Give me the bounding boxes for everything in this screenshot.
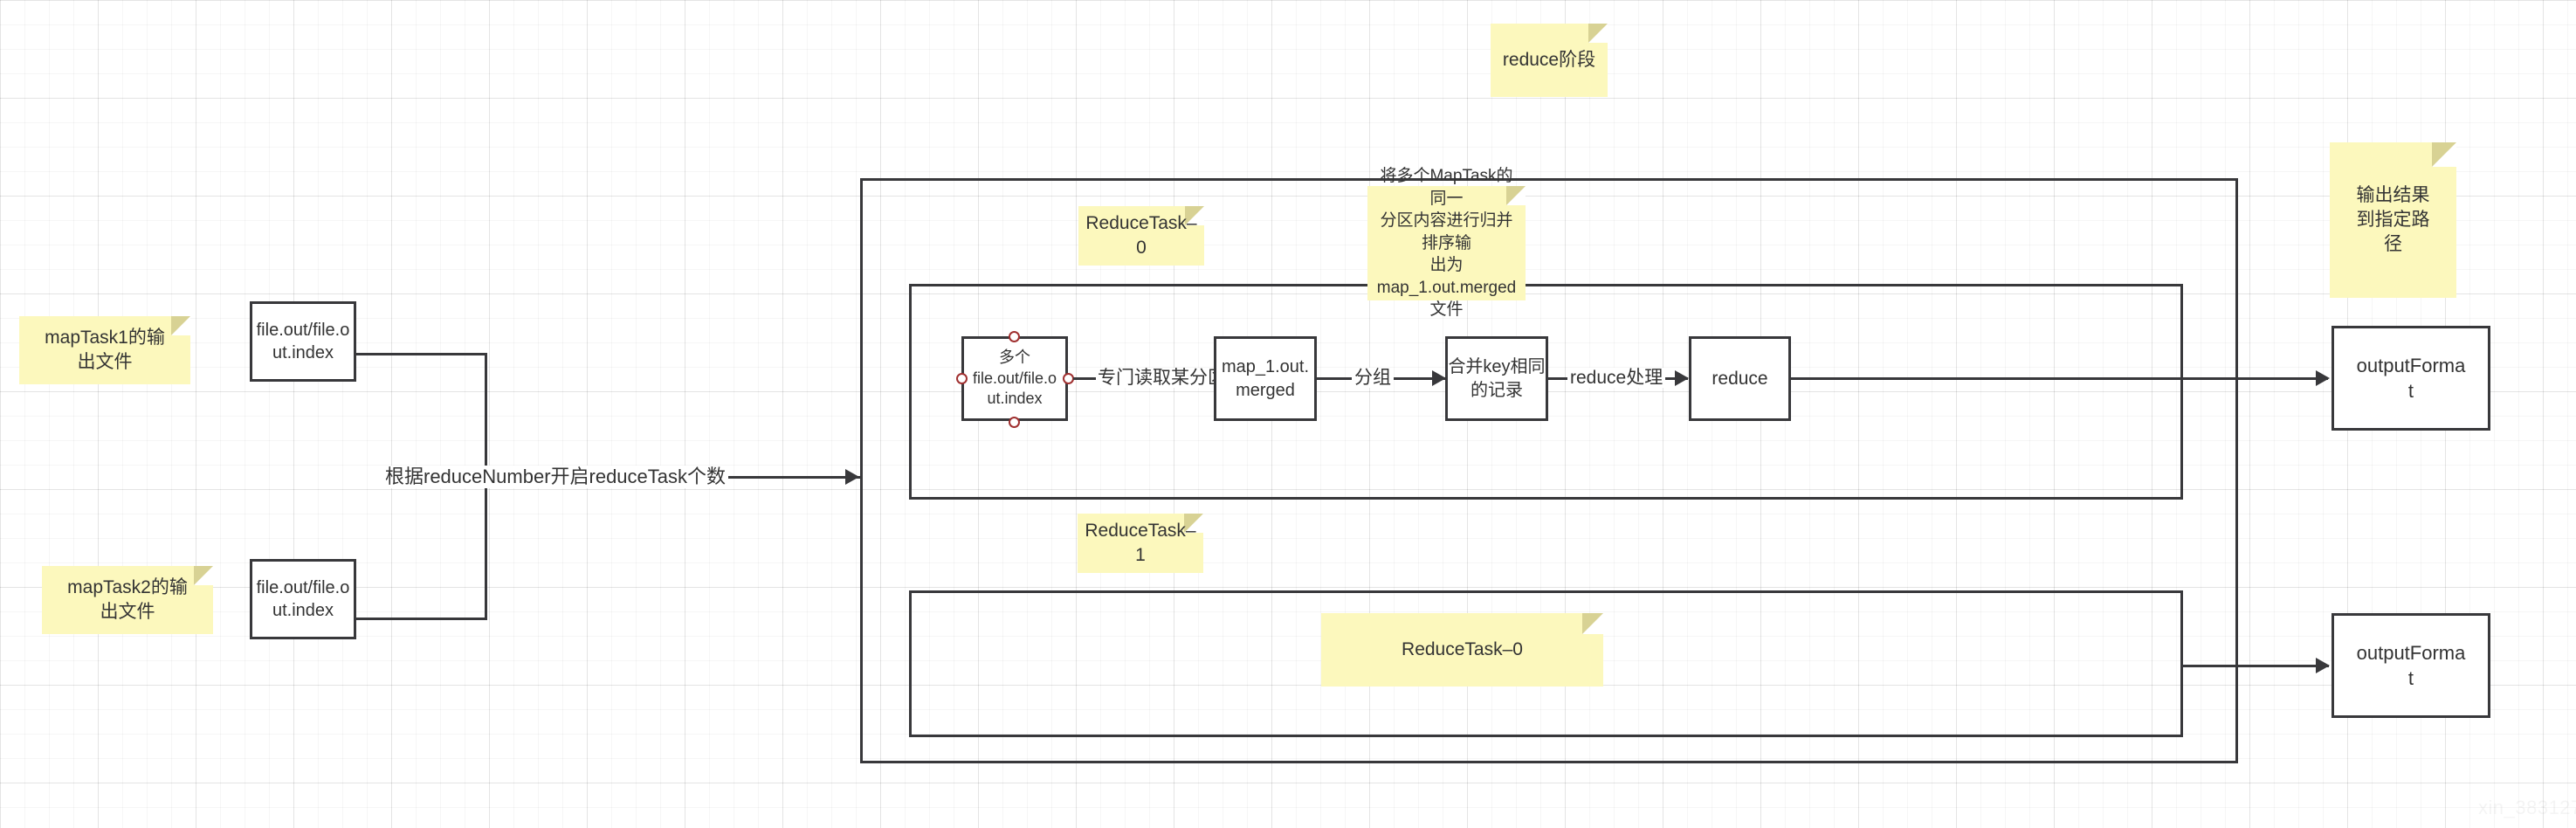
edge-label-reduce-process: reduce处理 [1567, 368, 1666, 388]
watermark: xin_38312749 [2478, 797, 2576, 819]
note-reduce-stage-label: reduce阶段 [1502, 49, 1596, 70]
node-map-merged-label: map_1.out. merged [1221, 357, 1310, 400]
note-reduce-task-1: ReduceTask–1 [1078, 514, 1203, 573]
edge-label-reduce-number: 根据reduceNumber开启reduceTask个数 [382, 466, 729, 488]
node-combine-key[interactable]: 合并key相同 的记录 [1445, 336, 1548, 421]
arrowhead-to-container [845, 469, 859, 485]
note-output-path: 输出结果 到指定路 径 [2330, 142, 2456, 298]
note-reduce-task-0-top: ReduceTask–0 [1078, 206, 1204, 266]
node-reduce-label: reduce [1712, 368, 1768, 389]
port-left[interactable] [956, 373, 968, 384]
node-output-format-2-label: outputForma t [2356, 641, 2466, 689]
arrowhead-grouping [1432, 370, 1446, 386]
node-file-out-2[interactable]: file.out/file.o ut.index [250, 559, 356, 639]
arrowhead-output-1 [2316, 370, 2330, 386]
edge-reduce-to-output-1 [1791, 377, 2328, 380]
note-output-path-label: 输出结果 到指定路 径 [2356, 184, 2430, 255]
note-reduce-task-0-top-label: ReduceTask–0 [1085, 212, 1197, 258]
note-reduce-task-0-bottom: ReduceTask–0 [1321, 613, 1603, 687]
node-multi-file-out[interactable]: 多个 file.out/file.o ut.index [961, 336, 1068, 421]
node-output-format-1-label: outputForma t [2356, 354, 2466, 402]
note-map-task2: mapTask2的输 出文件 [42, 566, 213, 634]
edge-fileout1-h [355, 353, 487, 355]
note-reduce-task-1-label: ReduceTask–1 [1085, 520, 1196, 565]
node-multi-file-out-label: 多个 file.out/file.o ut.index [972, 348, 1057, 408]
note-reduce-stage: reduce阶段 [1491, 24, 1608, 97]
arrowhead-reduce-process [1675, 370, 1689, 386]
node-output-format-1[interactable]: outputForma t [2331, 326, 2490, 431]
node-file-out-1-label: file.out/file.o ut.index [256, 320, 350, 362]
node-map-merged[interactable]: map_1.out. merged [1214, 336, 1317, 421]
node-combine-key-label: 合并key相同 的记录 [1448, 357, 1546, 400]
edge-label-grouping: 分组 [1352, 368, 1394, 388]
note-map-task1: mapTask1的输 出文件 [19, 316, 190, 384]
note-reduce-task-0-bottom-label: ReduceTask–0 [1402, 638, 1523, 659]
note-map-task2-label: mapTask2的输 出文件 [67, 576, 188, 622]
diagram-canvas: mapTask1的输 出文件 file.out/file.o ut.index … [0, 0, 2576, 828]
node-reduce[interactable]: reduce [1689, 336, 1791, 421]
port-top[interactable] [1009, 331, 1020, 342]
note-merge-explain-label: 将多个MapTask的同一 分区内容进行归并排序输 出为 map_1.out.m… [1376, 167, 1517, 320]
arrowhead-output-2 [2316, 658, 2330, 673]
note-merge-explain: 将多个MapTask的同一 分区内容进行归并排序输 出为 map_1.out.m… [1367, 167, 1526, 319]
note-map-task1-label: mapTask1的输 出文件 [45, 327, 165, 372]
node-output-format-2[interactable]: outputForma t [2331, 613, 2490, 718]
edge-fileout2-h [355, 618, 487, 620]
edge-bottom-to-output-2 [2181, 665, 2329, 667]
port-bottom[interactable] [1009, 417, 1020, 428]
node-file-out-1[interactable]: file.out/file.o ut.index [250, 301, 356, 382]
node-file-out-2-label: file.out/file.o ut.index [256, 577, 350, 620]
